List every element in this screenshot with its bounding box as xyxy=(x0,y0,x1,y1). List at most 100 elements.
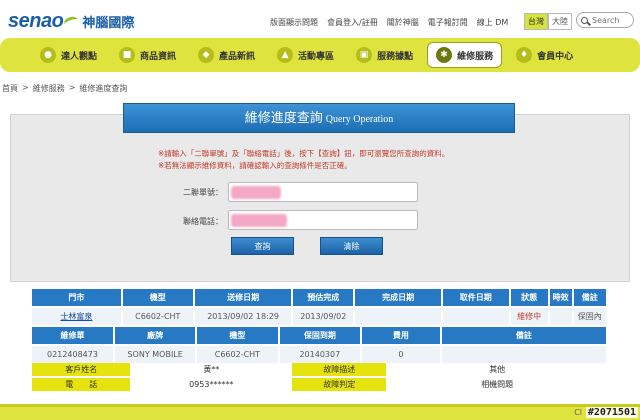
nav-label: 達人觀點 xyxy=(61,51,98,62)
box-icon: ■ xyxy=(119,47,136,63)
top-bar: senao 神腦國際 版面顯示問題 會員登入/註冊 關於神腦 電子報訂閱 線上 … xyxy=(0,0,640,40)
table-header-row: 維修單 廠牌 機型 保固到期 費用 備註 xyxy=(32,327,606,344)
nav-item-expert[interactable]: ● 達人觀點 xyxy=(32,42,105,68)
order-number-label: 二聯單號： xyxy=(183,188,223,197)
nav-item-stores[interactable]: ▣ 服務據點 xyxy=(348,42,421,68)
link-login-register[interactable]: 會員登入/註冊 xyxy=(327,17,378,28)
panel-title: 維修進度查詢 Query Operation xyxy=(123,103,515,133)
table-cell xyxy=(549,308,572,325)
note-line-1: ※請輸入「二聯單號」及「聯絡電話」後，按下【查詢】鈕，即可瀏覽您所查詢的資料。 xyxy=(158,149,450,158)
status-cell: 維修中 xyxy=(510,308,548,325)
nav-item-events[interactable]: ▲ 活動專區 xyxy=(269,42,342,68)
breadcrumb-current: 維修進度查詢 xyxy=(79,84,128,93)
logo-swoosh-icon xyxy=(63,14,80,29)
nav-label: 會員中心 xyxy=(537,51,574,62)
link-about[interactable]: 關於神腦 xyxy=(387,17,419,28)
table-row: 士林富泉 C6602-CHT 2013/09/02 18:29 2013/09/… xyxy=(32,308,606,325)
col-header: 時效 xyxy=(549,289,572,306)
repair-detail-table: 維修單 廠牌 機型 保固到期 費用 備註 0212408473 SONY MOB… xyxy=(30,325,608,365)
customer-name-value: 黃** xyxy=(132,363,291,376)
nav-label: 服務據點 xyxy=(377,51,414,62)
col-header: 備註 xyxy=(573,289,606,306)
col-header: 機型 xyxy=(197,327,278,344)
people-icon: ● xyxy=(40,47,56,63)
col-header: 機型 xyxy=(122,289,193,306)
customer-info-table: 客戶姓名 黃** 故障描述 其他 電 話 0953****** 故障判定 相機問… xyxy=(30,361,608,393)
table-cell: 2013/09/02 xyxy=(293,308,354,325)
search-icon[interactable] xyxy=(581,16,588,24)
fault-judge-value: 相機問題 xyxy=(388,378,606,391)
note-line-2: ※若無法顯示維修資料，請確認輸入的查詢條件是否正確。 xyxy=(158,161,352,170)
nav-item-repair[interactable]: ✱ 維修服務 xyxy=(427,42,503,68)
phone-info-label: 電 話 xyxy=(32,378,131,391)
fault-judge-label: 故障判定 xyxy=(292,378,387,391)
search-box xyxy=(576,12,634,28)
table-cell: C6602-CHT xyxy=(122,308,193,325)
table-header-row: 門市 機型 送修日期 預估完成 完成日期 取件日期 狀態 時效 備註 xyxy=(32,289,606,306)
top-links: 版面顯示問題 會員登入/註冊 關於神腦 電子報訂閱 線上 DM xyxy=(270,17,508,28)
main-nav: ● 達人觀點 ■ 商品資訊 ◆ 產品新訊 ▲ 活動專區 ▣ 服務據點 ✱ 維修服… xyxy=(0,38,640,72)
nav-label: 商品資訊 xyxy=(140,51,177,62)
breadcrumb: 首頁 > 維修服務 > 維修進度查詢 xyxy=(2,83,127,94)
footer-bar: Cl xyxy=(0,404,640,420)
info-row: 電 話 0953****** 故障判定 相機問題 xyxy=(32,378,606,391)
nav-item-member[interactable]: ♦ 會員中心 xyxy=(508,42,581,68)
megaphone-icon: ▲ xyxy=(277,47,294,63)
breadcrumb-repair[interactable]: 維修服務 xyxy=(33,83,65,94)
nav-label: 維修服務 xyxy=(457,51,494,62)
col-header: 保固到期 xyxy=(279,327,361,344)
col-header: 維修單 xyxy=(32,327,114,344)
info-row: 客戶姓名 黃** 故障描述 其他 xyxy=(32,363,606,376)
clear-button[interactable]: 清除 xyxy=(320,237,383,255)
gear-icon: ✱ xyxy=(436,47,453,63)
link-display-issue[interactable]: 版面顯示問題 xyxy=(270,17,318,28)
order-number-input[interactable] xyxy=(228,182,418,202)
link-online-dm[interactable]: 線上 DM xyxy=(477,17,509,28)
repair-status-table: 門市 機型 送修日期 預估完成 完成日期 取件日期 狀態 時效 備註 士林富泉 … xyxy=(30,287,608,327)
member-icon: ♦ xyxy=(516,47,533,63)
col-header: 取件日期 xyxy=(443,289,509,306)
tag-icon: ◆ xyxy=(198,47,215,63)
col-header: 費用 xyxy=(362,327,440,344)
nav-item-news[interactable]: ◆ 產品新訊 xyxy=(190,42,263,68)
logo-cn: 神腦國際 xyxy=(82,16,135,31)
nav-item-products[interactable]: ■ 商品資訊 xyxy=(111,42,184,68)
table-cell xyxy=(443,308,509,325)
lang-taiwan[interactable]: 台灣 xyxy=(524,13,548,30)
col-header: 備註 xyxy=(441,327,606,344)
footer-text: Cl xyxy=(574,408,582,417)
fault-desc-value: 其他 xyxy=(388,363,606,376)
phone-label: 聯絡電話： xyxy=(183,217,223,226)
col-header: 狀態 xyxy=(510,289,548,306)
query-notes: ※請輸入「二聯單號」及「聯絡電話」後，按下【查詢】鈕，即可瀏覽您所查詢的資料。 … xyxy=(158,148,449,172)
breadcrumb-home[interactable]: 首頁 xyxy=(2,83,18,94)
breadcrumb-sep: > xyxy=(22,83,29,92)
table-cell: 保固內 xyxy=(573,308,606,325)
senao-logo[interactable]: senao 神腦國際 xyxy=(8,10,134,33)
logo-brand: senao xyxy=(8,10,64,32)
link-newsletter[interactable]: 電子報訂閱 xyxy=(428,17,468,28)
nav-label: 活動專區 xyxy=(298,51,335,62)
table-cell xyxy=(355,308,442,325)
fault-desc-label: 故障描述 xyxy=(292,363,387,376)
col-header: 完成日期 xyxy=(355,289,442,306)
search-input[interactable] xyxy=(592,15,632,25)
col-header: 門市 xyxy=(32,289,121,306)
query-button[interactable]: 查詢 xyxy=(231,237,294,255)
redacted-value xyxy=(231,186,281,199)
panel-title-cn: 維修進度查詢 xyxy=(244,111,323,126)
nav-label: 產品新訊 xyxy=(219,51,256,62)
phone-input[interactable] xyxy=(228,210,418,230)
lang-china[interactable]: 大陸 xyxy=(548,13,572,30)
store-link[interactable]: 士林富泉 xyxy=(32,308,121,325)
phone-info-value: 0953****** xyxy=(132,378,291,391)
language-switch: 台灣 大陸 xyxy=(524,13,572,30)
table-cell: 2013/09/02 18:29 xyxy=(194,308,292,325)
redacted-value xyxy=(231,214,287,227)
panel-title-en: Query Operation xyxy=(325,114,394,125)
col-header: 廠牌 xyxy=(115,327,196,344)
customer-name-label: 客戶姓名 xyxy=(32,363,131,376)
breadcrumb-sep: > xyxy=(68,83,76,92)
store-icon: ▣ xyxy=(356,47,373,63)
watermark: #2071501 xyxy=(585,407,638,418)
